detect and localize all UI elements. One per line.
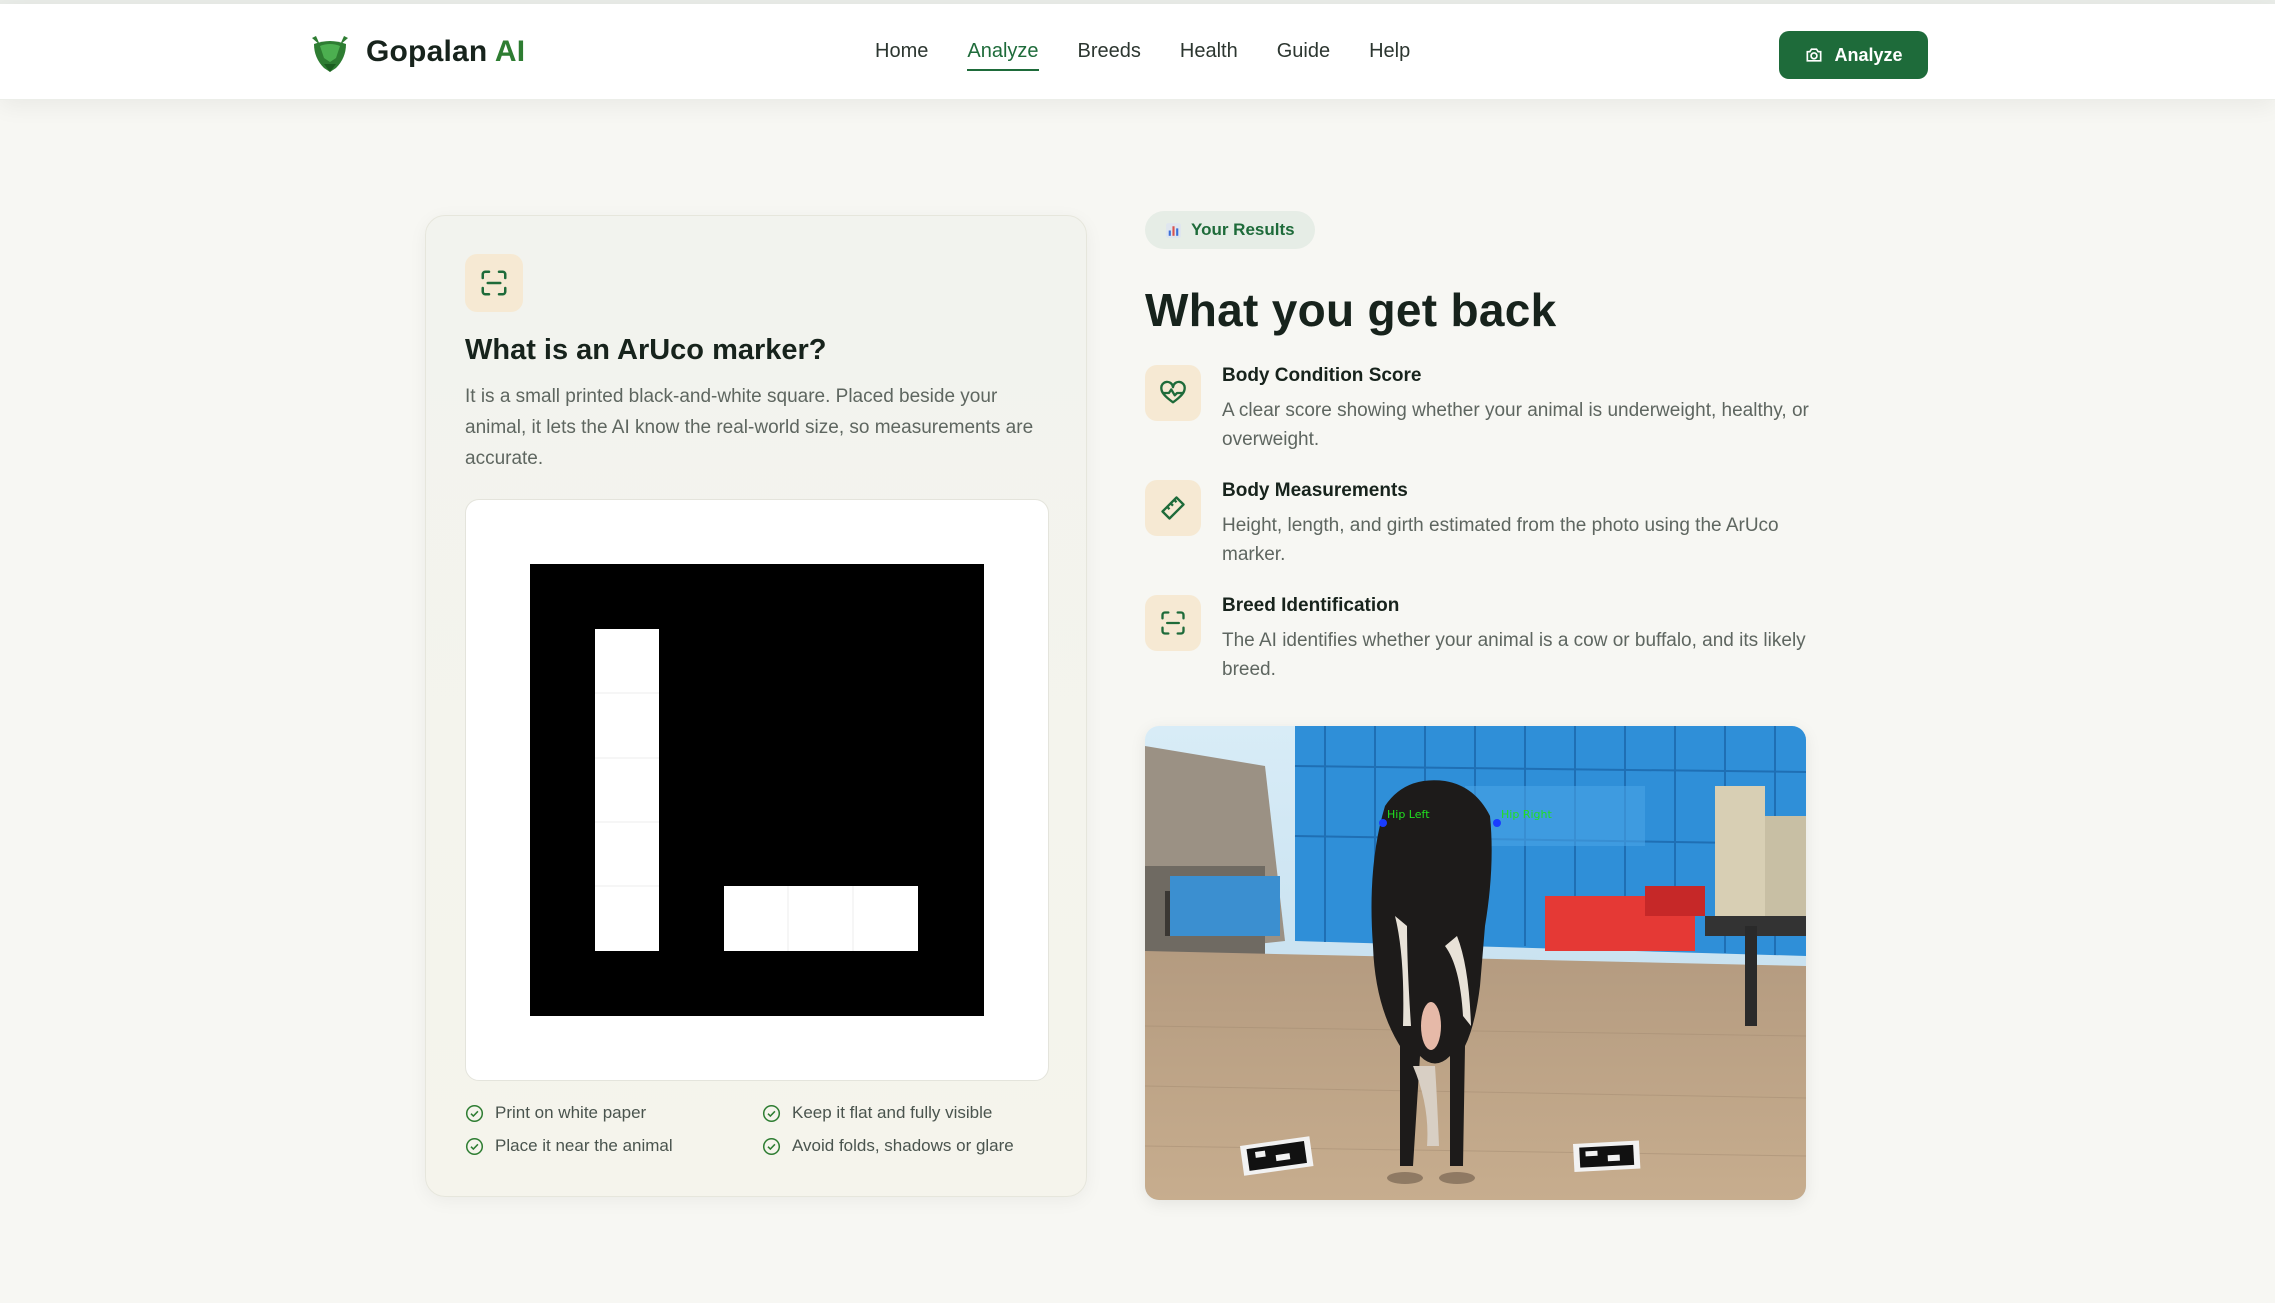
check-circle-icon (465, 1104, 484, 1122)
tip-item: Keep it flat and fully visible (762, 1103, 992, 1123)
site-header: Gopalan AI Home Analyze Breeds Health Gu… (0, 4, 2275, 100)
feature-icon-badge (1145, 365, 1201, 421)
heart-pulse-icon (1160, 380, 1186, 404)
check-circle-icon (762, 1104, 781, 1122)
hip-left-label: Hip Left (1387, 808, 1430, 821)
feature-icon-badge (1145, 595, 1201, 651)
tip-item: Print on white paper (465, 1103, 646, 1123)
feature-description: The AI identifies whether your animal is… (1222, 630, 1806, 680)
analyze-button-label: Analyze (1834, 44, 1903, 65)
nav-analyze[interactable]: Analyze (967, 40, 1039, 71)
tip-item: Place it near the animal (465, 1136, 673, 1156)
results-badge: Your Results (1145, 211, 1315, 249)
check-circle-icon (762, 1137, 781, 1155)
nav-guide[interactable]: Guide (1277, 40, 1330, 71)
feature-description: Height, length, and girth estimated from… (1222, 515, 1779, 565)
ruler-icon (1161, 496, 1185, 520)
cow-head-icon (312, 36, 348, 72)
analyze-button[interactable]: Analyze (1779, 31, 1928, 79)
feature-title: Breed Identification (1222, 595, 1400, 616)
nav-breeds[interactable]: Breeds (1078, 40, 1141, 71)
feature-description: A clear score showing whether your anima… (1222, 400, 1809, 450)
brand-accent: AI (494, 35, 526, 68)
bar-chart-icon (1166, 222, 1181, 238)
scan-icon (1161, 611, 1185, 635)
tip-item: Avoid folds, shadows or glare (762, 1136, 1014, 1156)
check-circle-icon (465, 1137, 484, 1155)
aruco-info-card: What is an ArUco marker? It is a small p… (425, 215, 1087, 1197)
nav-home[interactable]: Home (875, 40, 928, 71)
card-description: It is a small printed black-and-white sq… (465, 386, 1034, 469)
feature-title: Body Measurements (1222, 480, 1408, 501)
nav-help[interactable]: Help (1369, 40, 1410, 71)
nav-health[interactable]: Health (1180, 40, 1238, 71)
camera-icon (1806, 48, 1822, 62)
results-title: What you get back (1145, 284, 1557, 336)
card-title: What is an ArUco marker? (465, 334, 827, 366)
feature-icon-badge (1145, 480, 1201, 536)
feature-title: Body Condition Score (1222, 365, 1422, 386)
card-icon-badge (465, 254, 523, 312)
results-badge-label: Your Results (1191, 220, 1295, 239)
hip-right-label: Hip Right (1501, 808, 1552, 821)
main-nav: Home Analyze Breeds Health Guide Help (875, 40, 1449, 71)
scan-icon (481, 270, 507, 296)
brand-logo[interactable]: Gopalan AI (306, 28, 525, 76)
brand-name: Gopalan (366, 35, 488, 68)
cow-photo-illustration: Hip Left Hip Right (1145, 726, 1806, 1200)
aruco-marker-preview (465, 499, 1049, 1081)
sample-result-photo: Hip Left Hip Right (1145, 726, 1806, 1200)
aruco-marker-image (530, 564, 984, 1016)
